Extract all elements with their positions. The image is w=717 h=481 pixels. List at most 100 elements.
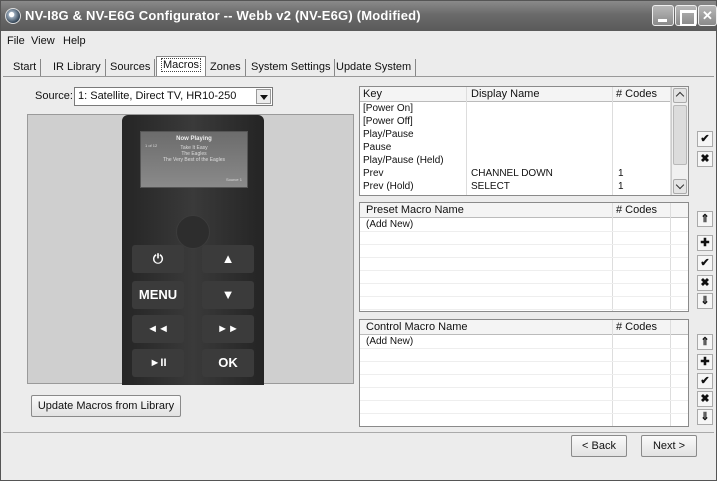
- control-remove-button[interactable]: ✖: [697, 391, 713, 407]
- col-preset-codes[interactable]: # Codes: [616, 204, 657, 216]
- tab-sources[interactable]: Sources: [106, 59, 156, 77]
- preset-table-header: Preset Macro Name # Codes: [360, 203, 688, 218]
- cell-key: [Power Off]: [363, 116, 413, 127]
- remote-play-pause-button[interactable]: ►II: [132, 349, 184, 377]
- list-item[interactable]: (Add New): [360, 335, 688, 349]
- remote-ok-button[interactable]: OK: [202, 349, 254, 377]
- scroll-up-icon[interactable]: [673, 88, 687, 103]
- list-item[interactable]: [360, 231, 688, 245]
- col-control-codes[interactable]: # Codes: [616, 321, 657, 333]
- list-item[interactable]: [360, 270, 688, 284]
- checkmark-icon: ✔: [700, 257, 710, 269]
- control-move-down-button[interactable]: ⇓: [697, 409, 713, 425]
- control-table-header: Control Macro Name # Codes: [360, 320, 688, 335]
- table-row[interactable]: [Power On]: [360, 102, 673, 116]
- update-macros-button[interactable]: Update Macros from Library: [31, 395, 181, 417]
- list-item[interactable]: [360, 296, 688, 310]
- macro-name-cell: (Add New): [366, 219, 414, 230]
- table-row[interactable]: Play/Pause: [360, 128, 673, 142]
- keys-table-scrollbar[interactable]: [671, 87, 688, 195]
- col-preset-macro-name[interactable]: Preset Macro Name: [366, 204, 464, 216]
- maximize-button[interactable]: [675, 5, 697, 26]
- list-item[interactable]: [360, 244, 688, 258]
- tab-start[interactable]: Start: [9, 59, 42, 77]
- tab-ir-library[interactable]: IR Library: [49, 59, 106, 77]
- delete-icon: ✖: [700, 277, 710, 289]
- source-select-value: 1: Satellite, Direct TV, HR10-250: [78, 90, 237, 102]
- table-row[interactable]: Prev CHANNEL DOWN 1: [360, 167, 673, 181]
- remote-image: Now Playing 1 of 12 Take It Easy The Eag…: [122, 115, 264, 385]
- minimize-button[interactable]: [652, 5, 674, 26]
- list-item[interactable]: [360, 387, 688, 401]
- tab-divider: [3, 76, 714, 77]
- preset-move-up-button[interactable]: ⇑: [697, 211, 713, 227]
- list-item[interactable]: [360, 361, 688, 375]
- remote-up-button[interactable]: ▲: [202, 245, 254, 273]
- list-item[interactable]: [360, 348, 688, 362]
- move-down-icon: ⇓: [700, 295, 710, 307]
- tab-update-system[interactable]: Update System: [332, 59, 417, 77]
- remote-rewind-button[interactable]: ◄◄: [132, 315, 184, 343]
- tab-system-settings[interactable]: System Settings: [247, 59, 336, 77]
- source-select[interactable]: 1: Satellite, Direct TV, HR10-250: [74, 87, 273, 106]
- cell-key: Pause: [363, 142, 392, 153]
- move-up-icon: ⇑: [700, 336, 710, 348]
- next-button[interactable]: Next >: [641, 435, 697, 457]
- cell-key: Prev: [363, 168, 384, 179]
- control-move-up-button[interactable]: ⇑: [697, 334, 713, 350]
- menu-help[interactable]: Help: [63, 35, 86, 47]
- col-display-name[interactable]: Display Name: [471, 88, 539, 100]
- cell-display: CHANNEL DOWN: [471, 168, 553, 179]
- menu-file[interactable]: File: [7, 35, 25, 47]
- control-add-button[interactable]: ✚: [697, 354, 713, 370]
- keys-accept-button[interactable]: ✔: [697, 131, 713, 147]
- list-item[interactable]: (Add New): [360, 218, 688, 232]
- lcd-title: Now Playing: [176, 136, 212, 142]
- remote-menu-button[interactable]: MENU: [132, 281, 184, 309]
- col-key[interactable]: Key: [363, 88, 382, 100]
- source-label: Source:: [35, 90, 73, 102]
- table-row[interactable]: Pause: [360, 141, 673, 155]
- remote-preview-panel: Now Playing 1 of 12 Take It Easy The Eag…: [27, 114, 354, 385]
- preset-add-button[interactable]: ✚: [697, 235, 713, 251]
- list-item[interactable]: [360, 374, 688, 388]
- back-button[interactable]: < Back: [571, 435, 627, 457]
- control-accept-button[interactable]: ✔: [697, 373, 713, 389]
- tab-zones[interactable]: Zones: [206, 59, 246, 77]
- scroll-thumb[interactable]: [673, 105, 687, 165]
- move-down-icon: ⇓: [700, 411, 710, 423]
- menu-view[interactable]: View: [31, 35, 55, 47]
- remote-dpad[interactable]: [176, 215, 210, 249]
- menu-bar: File View Help: [1, 32, 716, 50]
- app-icon[interactable]: [5, 8, 21, 24]
- arrow-down-icon: ▼: [221, 287, 235, 302]
- keys-remove-button[interactable]: ✖: [697, 151, 713, 167]
- list-item[interactable]: [360, 283, 688, 297]
- add-icon: ✚: [700, 237, 710, 249]
- scroll-down-icon[interactable]: [673, 179, 687, 194]
- remote-fast-forward-button[interactable]: ►►: [202, 315, 254, 343]
- chevron-down-icon[interactable]: [256, 89, 271, 104]
- close-button[interactable]: ✕: [698, 5, 717, 26]
- keys-table-header: Key Display Name # Codes: [360, 87, 688, 102]
- table-row[interactable]: Play/Pause (Held): [360, 154, 673, 168]
- cell-codes: 1: [618, 181, 624, 192]
- remote-power-button[interactable]: ⏻: [132, 245, 184, 273]
- list-item[interactable]: [360, 400, 688, 414]
- preset-remove-button[interactable]: ✖: [697, 275, 713, 291]
- keys-table: Key Display Name # Codes [Power On] [Powe…: [359, 86, 689, 196]
- delete-icon: ✖: [700, 153, 710, 165]
- move-up-icon: ⇑: [700, 213, 710, 225]
- table-row[interactable]: Prev (Hold) SELECT 1: [360, 180, 673, 194]
- list-item[interactable]: [360, 413, 688, 426]
- delete-icon: ✖: [700, 393, 710, 405]
- col-codes[interactable]: # Codes: [616, 88, 657, 100]
- tab-macros[interactable]: Macros: [156, 56, 207, 77]
- remote-down-button[interactable]: ▼: [202, 281, 254, 309]
- preset-move-down-button[interactable]: ⇓: [697, 293, 713, 309]
- window-title: NV-I8G & NV-E6G Configurator -- Webb v2 …: [25, 8, 421, 23]
- list-item[interactable]: [360, 257, 688, 271]
- col-control-macro-name[interactable]: Control Macro Name: [366, 321, 467, 333]
- preset-accept-button[interactable]: ✔: [697, 255, 713, 271]
- table-row[interactable]: [Power Off]: [360, 115, 673, 129]
